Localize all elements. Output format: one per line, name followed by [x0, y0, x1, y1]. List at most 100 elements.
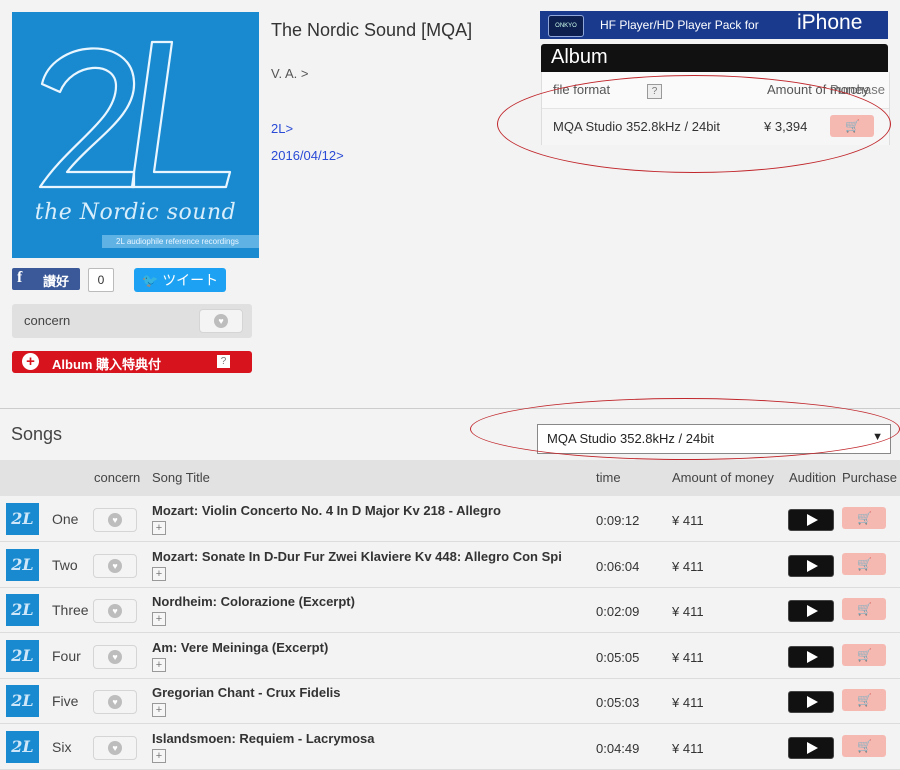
album-format: MQA Studio 352.8kHz / 24bit	[553, 119, 720, 134]
heart-icon: ♥	[108, 695, 122, 709]
song-title[interactable]: Islandsmoen: Requiem - Lacrymosa	[152, 731, 562, 746]
th-time: time	[596, 470, 621, 485]
song-title[interactable]: Mozart: Sonate In D-Dur Fur Zwei Klavier…	[152, 549, 562, 564]
cart-icon: 🛒	[857, 647, 872, 662]
play-button[interactable]	[788, 736, 834, 759]
concern-button[interactable]: ♥	[199, 309, 243, 333]
song-price: ¥ 411	[672, 513, 704, 528]
heart-icon: ♥	[108, 604, 122, 618]
song-thumbnail: 2L	[6, 685, 39, 717]
tweet-label: ツイート	[162, 272, 219, 288]
help-icon[interactable]: ?	[217, 355, 230, 368]
song-time: 0:05:05	[596, 649, 640, 665]
add-icon[interactable]: +	[152, 703, 166, 717]
song-purchase-button[interactable]: 🛒	[842, 507, 886, 529]
play-button[interactable]	[788, 600, 834, 622]
banner-device: iPhone	[797, 11, 863, 34]
song-row: 2L Five ♥ Gregorian Chant - Crux Fidelis +0:…	[0, 679, 900, 724]
song-row: 2L Three ♥ Nordheim: Colorazione (Excerpt) +…	[0, 588, 900, 633]
song-time: 0:09:12	[596, 513, 640, 528]
song-title[interactable]: Nordheim: Colorazione (Excerpt)	[152, 594, 562, 609]
col-file-format: file format	[553, 82, 611, 97]
like-count: 0	[88, 268, 114, 292]
song-time: 0:02:09	[596, 604, 640, 619]
song-purchase-button[interactable]: 🛒	[842, 643, 886, 666]
cover-tagline: 2L audiophile reference recordings	[102, 235, 259, 248]
songs-table-header: concern Song Title time Amount of money …	[0, 460, 900, 496]
plus-circle-icon: +	[22, 353, 39, 370]
song-purchase-button[interactable]: 🛒	[842, 734, 886, 757]
concern-button[interactable]: ♥	[93, 553, 137, 578]
song-price: ¥ 411	[672, 695, 704, 710]
play-button[interactable]	[788, 645, 834, 668]
song-title[interactable]: Am: Vere Meininga (Excerpt)	[152, 640, 562, 655]
song-title[interactable]: Gregorian Chant - Crux Fidelis	[152, 685, 562, 700]
cart-icon: 🛒	[845, 119, 860, 133]
label-link[interactable]: 2L>	[271, 121, 293, 136]
song-thumbnail: 2L	[6, 594, 39, 626]
release-date-link[interactable]: 2016/04/12>	[271, 148, 344, 163]
add-icon[interactable]: +	[152, 748, 166, 763]
twitter-bird-icon: 🐦	[142, 273, 159, 288]
cart-icon: 🛒	[857, 556, 872, 571]
concern-button[interactable]: ♥	[93, 690, 137, 714]
cover-2l-logo	[38, 40, 232, 189]
format-select[interactable]: MQA Studio 352.8kHz / 24bit ▼	[537, 424, 891, 454]
hf-player-banner[interactable]: ONKYO HF Player/HD Player Pack for iPhon…	[540, 11, 888, 39]
concern-box: concern ♥	[12, 304, 252, 338]
song-time: 0:06:04	[596, 558, 640, 574]
like-label: 讃好	[43, 274, 70, 289]
concern-button[interactable]: ♥	[93, 508, 137, 532]
add-icon[interactable]: +	[152, 566, 166, 581]
song-row: 2L Four ♥ Am: Vere Meininga (Excerpt) +0:05:…	[0, 633, 900, 679]
add-icon[interactable]: +	[152, 612, 166, 626]
cart-icon: 🛒	[857, 738, 872, 753]
artist-link[interactable]: V. A. >	[271, 66, 308, 81]
song-row: 2L Six ♥ Islandsmoen: Requiem - Lacrymosa +0…	[0, 724, 900, 770]
album-format-table: file format ? Amount of money Purchase M…	[541, 72, 890, 145]
album-cover: the Nordic sound 2L audiophile reference…	[12, 12, 259, 258]
song-purchase-button[interactable]: 🛒	[842, 552, 886, 575]
cover-subtitle: the Nordic sound	[34, 200, 237, 225]
album-purchase-button[interactable]: 🛒	[830, 115, 874, 137]
song-thumbnail: 2L	[6, 548, 39, 581]
tweet-button[interactable]: 🐦 ツイート	[134, 268, 226, 292]
heart-icon: ♥	[108, 649, 122, 664]
song-price: ¥ 411	[672, 649, 704, 665]
track-number: Three	[52, 602, 89, 618]
facebook-like-button[interactable]: f 讃好	[12, 268, 80, 290]
add-icon[interactable]: +	[152, 657, 166, 672]
play-button[interactable]	[788, 554, 834, 577]
concern-label: concern	[24, 313, 71, 328]
song-title[interactable]: Mozart: Violin Concerto No. 4 In D Major…	[152, 503, 562, 518]
track-number: One	[52, 511, 79, 527]
songs-label: Songs	[11, 424, 63, 444]
track-number: Five	[52, 693, 79, 709]
track-number: Six	[52, 738, 72, 755]
add-icon[interactable]: +	[152, 521, 166, 535]
banner-text: HF Player/HD Player Pack for	[600, 18, 759, 32]
heart-icon: ♥	[108, 740, 122, 755]
heart-icon: ♥	[214, 314, 228, 328]
track-number: Four	[52, 647, 81, 664]
album-bonus-banner[interactable]: + Album 購入特典付 ?	[12, 351, 252, 373]
concern-button[interactable]: ♥	[93, 735, 137, 760]
song-purchase-button[interactable]: 🛒	[842, 689, 886, 711]
album-format-row: MQA Studio 352.8kHz / 24bit ¥ 3,394 🛒	[542, 108, 889, 145]
concern-button[interactable]: ♥	[93, 599, 137, 623]
chevron-down-icon: ▼	[872, 431, 883, 443]
th-song-title: Song Title	[152, 470, 210, 485]
song-price: ¥ 411	[672, 558, 704, 574]
song-thumbnail: 2L	[6, 503, 39, 535]
songs-section-header: Songs MQA Studio 352.8kHz / 24bit ▼	[0, 408, 900, 461]
play-button[interactable]	[788, 509, 834, 531]
th-audition: Audition	[789, 470, 836, 485]
cart-icon: 🛒	[857, 511, 872, 525]
cart-icon: 🛒	[857, 693, 872, 707]
format-help-icon[interactable]: ?	[647, 84, 662, 99]
format-select-value: MQA Studio 352.8kHz / 24bit	[547, 431, 714, 446]
song-purchase-button[interactable]: 🛒	[842, 598, 886, 620]
concern-button[interactable]: ♥	[93, 644, 137, 669]
play-button[interactable]	[788, 691, 834, 713]
album-panel-header: Album	[541, 44, 888, 72]
